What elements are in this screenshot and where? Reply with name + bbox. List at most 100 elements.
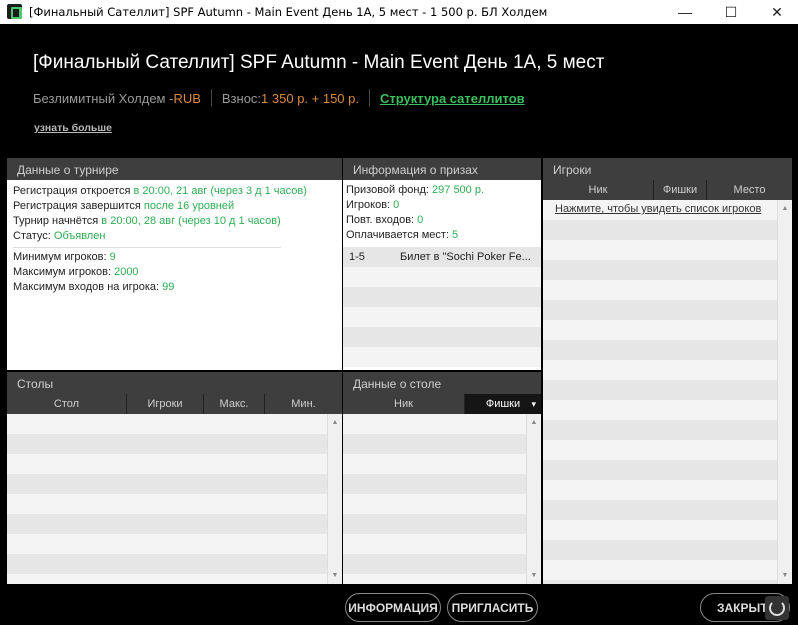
label: Турнир начнётся (13, 215, 102, 227)
scroll-down-arrow-icon[interactable]: ▼ (328, 569, 342, 582)
value: после 16 уровней (143, 200, 235, 212)
satellite-structure-link[interactable]: Структура сателлитов (380, 91, 525, 106)
column-chips[interactable]: Фишки ▾ (464, 394, 541, 414)
buyin-label: Взнос: (221, 90, 262, 106)
show-players-link[interactable]: Нажмите, чтобы увидеть список игроков (555, 203, 761, 215)
table-row (343, 454, 541, 474)
prize-pool: Призовой фонд: 297 500 р. (346, 183, 541, 198)
list-item (543, 500, 792, 520)
value: 0 (393, 199, 400, 211)
table-row (343, 554, 541, 574)
table-data-scrollbar[interactable]: ▲ ▼ (526, 414, 541, 584)
close-window-button[interactable]: ✕ (754, 0, 798, 24)
panel-title: Данные о столе (343, 372, 541, 394)
list-item (543, 520, 792, 540)
value: 297 500 р. (432, 184, 485, 196)
currency: RUB (173, 90, 201, 106)
table-row (343, 494, 541, 514)
table-row (343, 534, 541, 554)
table-row (343, 514, 541, 534)
column-nick[interactable]: Ник (543, 180, 653, 200)
table-row (7, 454, 342, 474)
scroll-up-arrow-icon[interactable]: ▲ (778, 202, 792, 215)
max-players: Максимум игроков: 2000 (13, 265, 342, 280)
list-item (543, 380, 792, 400)
min-players: Минимум игроков: 9 (13, 250, 342, 265)
players-scrollbar[interactable]: ▲ ▼ (777, 200, 792, 584)
column-max[interactable]: Макс. (203, 394, 264, 414)
value: Объявлен (53, 230, 106, 242)
list-item (543, 580, 792, 584)
table-row (343, 414, 541, 434)
payout-row (343, 267, 541, 287)
column-place[interactable]: Место (706, 180, 792, 200)
window-title: [Финальный Сателлит] SPF Autumn - Main E… (29, 5, 548, 19)
label: Максимум игроков: (13, 266, 115, 278)
table-row (7, 534, 342, 554)
table-row (7, 474, 342, 494)
prize-info-body: Призовой фонд: 297 500 р. Игроков: 0 Пов… (343, 180, 541, 370)
value: 0 (417, 214, 424, 226)
prize-summary: Призовой фонд: 297 500 р. Игроков: 0 Пов… (343, 180, 541, 243)
scroll-down-arrow-icon[interactable]: ▼ (778, 569, 792, 582)
tournament-status: Статус: Объявлен (13, 229, 342, 244)
panel-title: Информация о призах (343, 158, 541, 180)
value: 5 (452, 229, 459, 241)
players-rows: Нажмите, чтобы увидеть список игроков (543, 200, 792, 584)
list-item (543, 340, 792, 360)
list-item (543, 560, 792, 580)
scroll-up-arrow-icon[interactable]: ▲ (527, 416, 541, 429)
tables-list: ▲ ▼ (7, 414, 342, 584)
minimize-button[interactable]: — (662, 0, 708, 24)
list-item (543, 460, 792, 480)
column-min[interactable]: Мин. (264, 394, 342, 414)
players-column-headers: Ник Фишки Место (543, 180, 792, 200)
payout-row[interactable]: 1-5 Билет в "Sochi Poker Fe... (343, 247, 541, 267)
column-chips-label: Фишки (485, 398, 521, 410)
list-item (543, 400, 792, 420)
max-entries: Максимум входов на игрока: 99 (13, 280, 342, 295)
scroll-down-arrow-icon[interactable]: ▼ (527, 569, 541, 582)
label: Статус: (13, 230, 54, 242)
table-row (343, 574, 541, 584)
list-item (543, 320, 792, 340)
column-players[interactable]: Игроки (126, 394, 203, 414)
value: 9 (109, 251, 116, 263)
scroll-up-arrow-icon[interactable]: ▲ (328, 416, 342, 429)
invite-button[interactable]: ПРИГЛАСИТЬ (447, 593, 538, 622)
maximize-button[interactable]: ☐ (708, 0, 754, 24)
players-panel: Игроки Ник Фишки Место Нажмите, чтобы ув… (543, 158, 792, 584)
list-item (543, 540, 792, 560)
learn-more-link[interactable]: узнать больше (34, 122, 112, 134)
column-nick[interactable]: Ник (343, 394, 464, 414)
table-data-rows (343, 414, 541, 584)
panel-title: Столы (7, 372, 342, 394)
table-row (7, 514, 342, 534)
table-row (7, 434, 342, 454)
tournament-info-body: Регистрация откроется в 20:00, 21 авг (ч… (7, 180, 342, 370)
label: Игроков: (346, 199, 394, 211)
window-titlebar: [Финальный Сателлит] SPF Autumn - Main E… (0, 0, 798, 24)
table-data-list: ▲ ▼ (343, 414, 541, 584)
payout-row (343, 287, 541, 307)
tables-scrollbar[interactable]: ▲ ▼ (327, 414, 342, 584)
list-item (543, 300, 792, 320)
app-logo-icon (7, 4, 22, 19)
registration-closes: Регистрация завершится после 16 уровней (13, 199, 342, 214)
game-type: Безлимитный Холдем - (33, 90, 174, 106)
list-item (543, 280, 792, 300)
tables-column-headers: Стол Игроки Макс. Мин. (7, 394, 342, 414)
table-row (7, 414, 342, 434)
column-table[interactable]: Стол (7, 394, 126, 414)
info-button[interactable]: ИНФОРМАЦИЯ (345, 593, 441, 622)
reentries-count: Повт. входов: 0 (346, 213, 541, 228)
divider (210, 89, 212, 107)
payout-row (343, 347, 541, 367)
value: в 20:00, 28 авг (через 10 д 1 часов) (101, 215, 281, 227)
payout-row (343, 327, 541, 347)
refresh-icon[interactable] (765, 596, 789, 620)
payout-row (343, 307, 541, 327)
players-list: Нажмите, чтобы увидеть список игроков ▲ … (543, 200, 792, 584)
column-chips[interactable]: Фишки (653, 180, 706, 200)
tournament-starts: Турнир начнётся в 20:00, 28 авг (через 1… (13, 214, 342, 229)
